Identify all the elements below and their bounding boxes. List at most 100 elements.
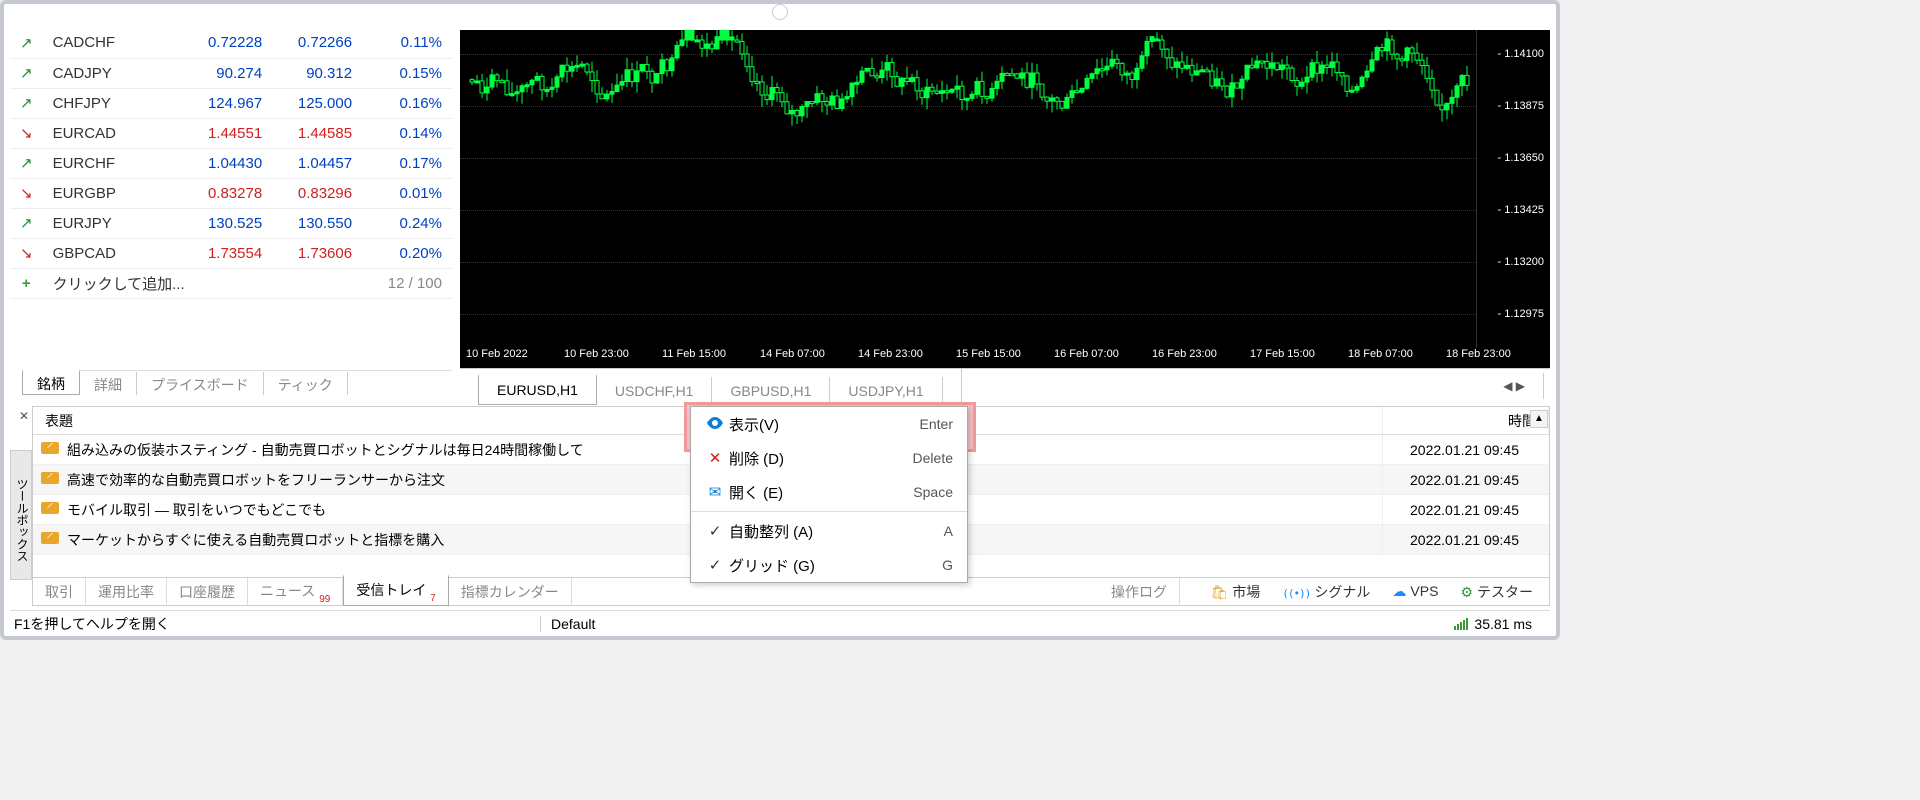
chk-icon: ✓: [701, 522, 729, 540]
direction-icon: ↗: [10, 148, 43, 178]
mail-to: [933, 525, 1383, 554]
ctx-label: 開く (E): [729, 482, 913, 503]
toolbox-tab[interactable]: 操作ログ: [1099, 578, 1180, 606]
bid: 1.04430: [182, 148, 272, 178]
price-chart[interactable]: - 1.14100- 1.13875- 1.13650- 1.13425- 1.…: [460, 30, 1550, 368]
status-profile[interactable]: Default: [540, 616, 1454, 632]
ask: 1.04457: [272, 148, 362, 178]
mail-time: 2022.01.21 09:45: [1383, 532, 1549, 548]
chart-tab[interactable]: GBPUSD,H1: [712, 377, 830, 405]
ask: 130.550: [272, 208, 362, 238]
mail-to: [933, 495, 1383, 524]
link-signals[interactable]: シグナル: [1278, 582, 1374, 602]
view-icon: [701, 416, 729, 433]
candlesticks: [460, 30, 1476, 348]
symbol: EURCAD: [43, 118, 183, 148]
watch-row[interactable]: ↗ CADJPY 90.274 90.312 0.15%: [10, 58, 452, 88]
symbol: EURGBP: [43, 178, 183, 208]
chart-tab[interactable]: EURUSD,H1: [478, 374, 597, 405]
toolbox-tab[interactable]: 指標カレンダー: [449, 578, 572, 606]
direction-icon: ↘: [10, 118, 43, 148]
market-watch-table: ↗ CADCHF 0.72228 0.72266 0.11%↗ CADJPY 9…: [10, 28, 452, 299]
envelope-icon: [33, 532, 67, 547]
watch-tab[interactable]: 銘柄: [22, 370, 80, 395]
signal-bars-icon: [1454, 618, 1468, 630]
toolbox-side-label[interactable]: ツールボックス: [10, 450, 32, 580]
mail-to: [933, 465, 1383, 494]
spread: 0.01%: [362, 178, 452, 208]
spread: 0.14%: [362, 118, 452, 148]
plus-icon[interactable]: +: [10, 268, 43, 298]
chart-tabs-scroll[interactable]: ◀ ▶: [1485, 373, 1544, 399]
link-market[interactable]: 市場: [1207, 582, 1265, 602]
ask: 125.000: [272, 88, 362, 118]
ctx-shortcut: Space: [913, 484, 953, 500]
ctx-item[interactable]: 表示(V) Enter: [691, 407, 967, 441]
ctx-shortcut: A: [944, 523, 953, 539]
toolbox-close-icon[interactable]: ✕: [17, 409, 31, 423]
col-to[interactable]: 宛先: [933, 407, 1383, 434]
chart-tabs: EURUSD,H1USDCHF,H1GBPUSD,H1USDJPY,H1 ◀ ▶: [460, 368, 1550, 398]
watch-row[interactable]: ↗ CADCHF 0.72228 0.72266 0.11%: [10, 28, 452, 58]
add-symbol[interactable]: クリックして追加...: [43, 268, 363, 298]
ask: 1.73606: [272, 238, 362, 268]
chart-y-axis: - 1.14100- 1.13875- 1.13650- 1.13425- 1.…: [1476, 30, 1550, 348]
ctx-shortcut: Delete: [913, 450, 953, 466]
mail-time: 2022.01.21 09:45: [1383, 442, 1549, 458]
direction-icon: ↘: [10, 178, 43, 208]
ctx-label: グリッド (G): [729, 555, 942, 576]
link-tester[interactable]: テスター: [1456, 582, 1537, 602]
watch-row[interactable]: ↘ EURGBP 0.83278 0.83296 0.01%: [10, 178, 452, 208]
ctx-item[interactable]: ✉ 開く (E) Space: [691, 475, 967, 509]
status-ping[interactable]: 35.81 ms: [1454, 616, 1550, 632]
watch-row[interactable]: ↗ CHFJPY 124.967 125.000 0.16%: [10, 88, 452, 118]
toolbox-tab[interactable]: 口座履歴: [167, 578, 248, 606]
market-watch-panel: ↗ CADCHF 0.72228 0.72266 0.11%↗ CADJPY 9…: [10, 28, 452, 390]
bid: 0.72228: [182, 28, 272, 58]
watch-row[interactable]: ↘ EURCAD 1.44551 1.44585 0.14%: [10, 118, 452, 148]
chart-tab[interactable]: USDCHF,H1: [597, 377, 713, 405]
symbol: CADCHF: [43, 28, 183, 58]
spread: 0.20%: [362, 238, 452, 268]
ctx-label: 自動整列 (A): [729, 521, 944, 542]
watch-row[interactable]: ↗ EURJPY 130.525 130.550 0.24%: [10, 208, 452, 238]
chart-tab[interactable]: USDJPY,H1: [830, 377, 942, 405]
watch-tab[interactable]: プライスボード: [137, 372, 264, 395]
ctx-shortcut: Enter: [920, 416, 953, 432]
bid: 1.44551: [182, 118, 272, 148]
symbol: CHFJPY: [43, 88, 183, 118]
scroll-up-button[interactable]: ▲: [1530, 410, 1548, 428]
toolbox-tab[interactable]: 運用比率: [86, 578, 167, 606]
ask: 90.312: [272, 58, 362, 88]
mail-time: 2022.01.21 09:45: [1383, 472, 1549, 488]
watch-tab[interactable]: 詳細: [80, 372, 137, 395]
watch-row[interactable]: ↘ GBPCAD 1.73554 1.73606 0.20%: [10, 238, 452, 268]
symbol-counter: 12 / 100: [362, 268, 452, 298]
watch-tab[interactable]: ティック: [264, 372, 348, 395]
spread: 0.17%: [362, 148, 452, 178]
symbol: CADJPY: [43, 58, 183, 88]
envelope-icon: [33, 502, 67, 517]
direction-icon: ↗: [10, 208, 43, 238]
ctx-item[interactable]: ✓ 自動整列 (A) A: [691, 514, 967, 548]
watch-row[interactable]: ↗ EURCHF 1.04430 1.04457 0.17%: [10, 148, 452, 178]
ctx-shortcut: G: [942, 557, 953, 573]
ctx-item[interactable]: ✕ 削除 (D) Delete: [691, 441, 967, 475]
bid: 1.73554: [182, 238, 272, 268]
envelope-icon: [33, 442, 67, 457]
direction-icon: ↗: [10, 28, 43, 58]
ctx-label: 削除 (D): [729, 448, 913, 469]
del-icon: ✕: [701, 449, 729, 467]
symbol: EURJPY: [43, 208, 183, 238]
toolbox-tab[interactable]: ニュース 99: [248, 577, 343, 607]
ctx-item[interactable]: ✓ グリッド (G) G: [691, 548, 967, 582]
bid: 130.525: [182, 208, 272, 238]
mail-time: 2022.01.21 09:45: [1383, 502, 1549, 518]
toolbox-tab[interactable]: 取引: [33, 578, 86, 606]
bid: 90.274: [182, 58, 272, 88]
col-time[interactable]: 時間: [1383, 407, 1549, 434]
toolbox-tab[interactable]: 受信トレイ 7: [343, 575, 448, 607]
open-icon: ✉: [701, 483, 729, 501]
link-vps[interactable]: VPS: [1388, 583, 1442, 600]
direction-icon: ↗: [10, 58, 43, 88]
